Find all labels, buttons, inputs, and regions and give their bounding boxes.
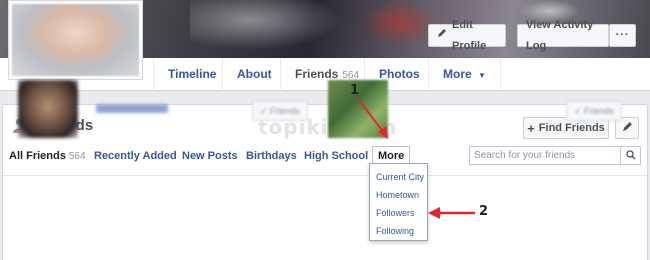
menu-item-following[interactable]: Following xyxy=(370,222,427,240)
more-options-button[interactable]: ··· xyxy=(609,24,636,47)
menu-item-current-city[interactable]: Current City xyxy=(370,168,427,186)
friends-search xyxy=(469,146,641,165)
friend-status-button[interactable]: ✓ Friends xyxy=(252,101,308,121)
tab-more[interactable]: More ▼ xyxy=(428,58,501,91)
profile-photo xyxy=(12,4,139,76)
tab-friends-label: Friends xyxy=(295,67,339,81)
subtab-all-label: All Friends xyxy=(9,150,66,162)
friend-status-button[interactable]: ✓ Friends xyxy=(566,101,622,121)
pencil-icon xyxy=(622,121,633,135)
find-friends-label: Find Friends xyxy=(538,122,605,134)
subtab-recently-added[interactable]: Recently Added xyxy=(94,149,177,163)
search-icon xyxy=(625,149,636,163)
edit-profile-button[interactable]: Edit Profile xyxy=(428,19,506,52)
tab-about[interactable]: About xyxy=(222,58,286,91)
cover-photo-detail xyxy=(190,0,340,50)
caret-down-icon: ▼ xyxy=(478,71,486,80)
tab-more-label: More xyxy=(443,67,472,81)
edit-profile-label: Edit Profile xyxy=(452,18,487,52)
profile-picture[interactable] xyxy=(8,0,143,80)
plus-icon: + xyxy=(527,120,535,136)
all-friends-count: 564 xyxy=(68,151,86,162)
subtab-all-friends[interactable]: All Friends 564 xyxy=(9,149,86,164)
pencil-icon xyxy=(437,25,447,46)
tab-about-label: About xyxy=(237,67,272,81)
subtab-birthdays[interactable]: Birthdays xyxy=(246,149,297,163)
tab-timeline[interactable]: Timeline xyxy=(153,58,230,91)
more-dots-icon: ··· xyxy=(615,29,630,41)
annotation-number-1: 1 xyxy=(350,83,360,98)
subtab-high-school[interactable]: High School xyxy=(304,149,368,163)
friends-search-input[interactable] xyxy=(470,147,620,164)
panel-divider xyxy=(3,175,647,176)
activity-log-label: View Activity Log xyxy=(526,18,594,52)
tab-photos-label: Photos xyxy=(379,67,420,81)
menu-item-hometown[interactable]: Hometown xyxy=(370,186,427,204)
friend-avatar[interactable] xyxy=(18,80,78,138)
friend-name-blurred[interactable] xyxy=(96,104,168,113)
subtab-new-posts[interactable]: New Posts xyxy=(182,149,238,163)
search-button[interactable] xyxy=(620,147,640,164)
tab-timeline-label: Timeline xyxy=(168,67,217,81)
more-dropdown-menu: Current City Hometown Followers Followin… xyxy=(369,163,428,241)
annotation-number-2: 2 xyxy=(479,204,489,219)
friends-panel: Friends topikit.com + Find Friends All F… xyxy=(2,104,648,260)
view-activity-log-button[interactable]: View Activity Log xyxy=(517,19,609,52)
menu-item-followers[interactable]: Followers xyxy=(370,204,427,222)
